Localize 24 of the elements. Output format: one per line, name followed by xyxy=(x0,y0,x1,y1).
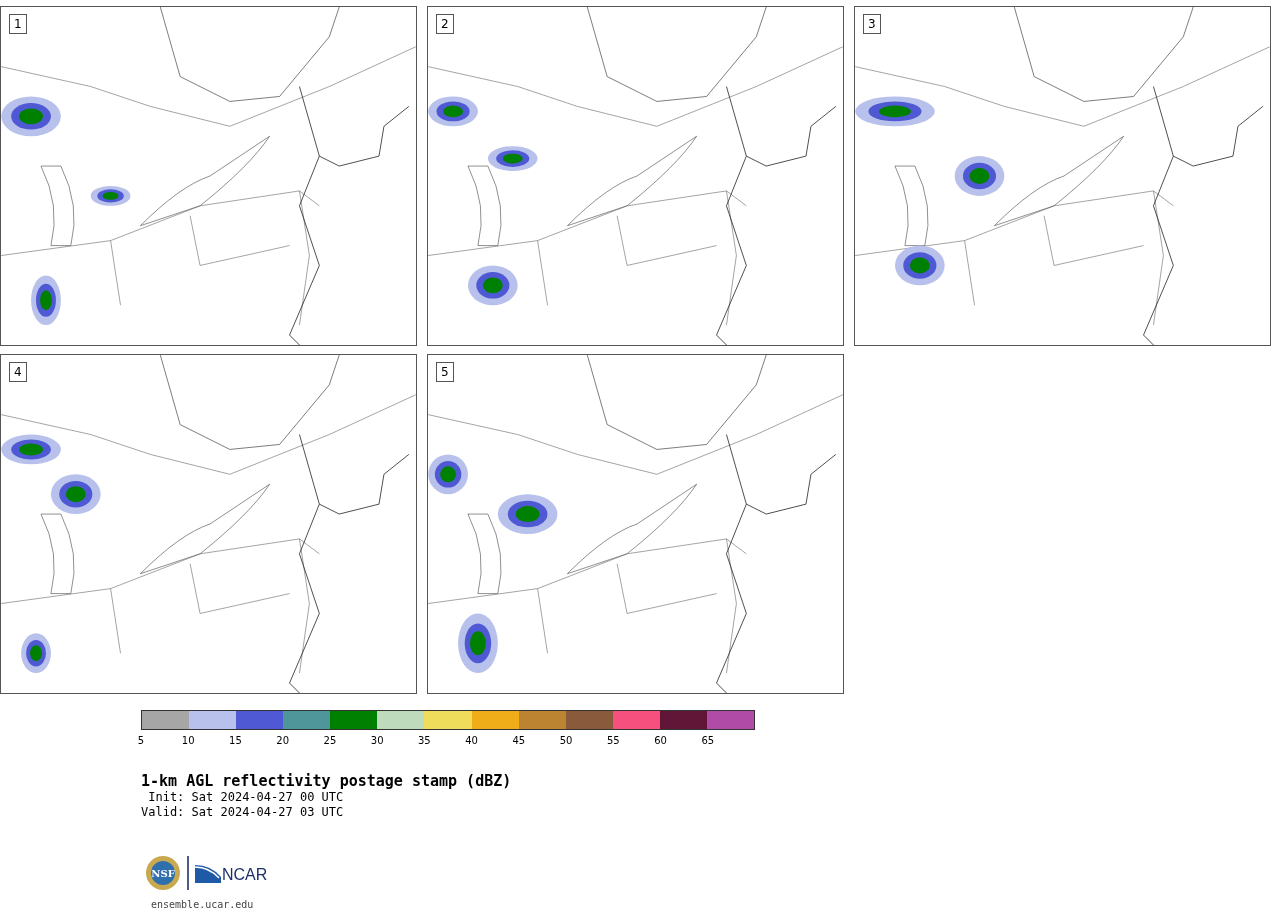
tick-label: 50 xyxy=(559,735,573,747)
tick-label: 40 xyxy=(465,735,478,747)
panel-number: 5 xyxy=(436,362,454,382)
ncar-logo: NCAR xyxy=(195,863,268,883)
tick-label: 25 xyxy=(323,735,337,747)
tick-label: 55 xyxy=(606,735,620,747)
tick-label: 60 xyxy=(654,735,667,747)
tick-label: 35 xyxy=(418,735,431,747)
tick-label: 20 xyxy=(276,735,290,747)
tick-label: 30 xyxy=(370,735,384,747)
seal-logo: NSF xyxy=(145,855,181,891)
panel-number: 3 xyxy=(863,14,881,34)
panel-number: 1 xyxy=(9,14,27,34)
website-url: ensemble.ucar.edu xyxy=(151,898,255,910)
tick-label: 5 xyxy=(137,735,145,747)
panel-number: 4 xyxy=(9,362,27,382)
plot-title: 1-km AGL reflectivity postage stamp (dBZ) xyxy=(141,772,513,790)
panel-number: 2 xyxy=(436,14,454,34)
tick-label: 65 xyxy=(701,735,715,747)
init-time: Init: Sat 2024-04-27 00 UTC xyxy=(147,790,345,805)
tick-label: 45 xyxy=(512,735,526,747)
tick-label: 10 xyxy=(181,735,195,747)
valid-time: Valid: Sat 2024-04-27 03 UTC xyxy=(141,805,345,820)
tick-label: 15 xyxy=(229,735,242,747)
